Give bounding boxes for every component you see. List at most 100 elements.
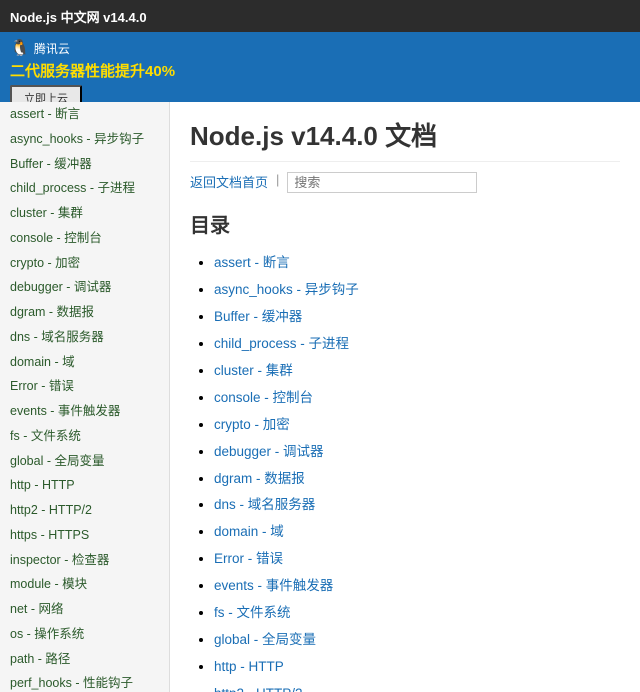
toc-link[interactable]: crypto - 加密	[214, 417, 290, 432]
sidebar-link[interactable]: domain - 域	[10, 355, 75, 369]
tencent-icon: 🐧	[10, 38, 30, 58]
sidebar-link[interactable]: os - 操作系统	[10, 627, 84, 641]
sidebar-link[interactable]: http - HTTP	[10, 478, 75, 492]
toc-item: assert - 断言	[214, 250, 620, 277]
sidebar-link[interactable]: http2 - HTTP/2	[10, 503, 92, 517]
toc-link[interactable]: global - 全局变量	[214, 632, 316, 647]
sidebar-link[interactable]: Error - 错误	[10, 379, 74, 393]
sidebar-link[interactable]: console - 控制台	[10, 231, 102, 245]
sidebar-item[interactable]: async_hooks - 异步钩子	[0, 127, 169, 152]
sidebar-item[interactable]: fs - 文件系统	[0, 424, 169, 449]
sidebar-item[interactable]: os - 操作系统	[0, 622, 169, 647]
toc-link[interactable]: http2 - HTTP/2	[214, 686, 303, 692]
sidebar-item[interactable]: module - 模块	[0, 572, 169, 597]
toc-item: fs - 文件系统	[214, 600, 620, 627]
nav-sep: |	[276, 172, 279, 193]
sidebar-item[interactable]: http - HTTP	[0, 473, 169, 498]
main-content: Node.js v14.4.0 文档 返回文档首页 | 目录 assert - …	[170, 102, 640, 692]
ad-title: 二代服务器性能提升40%	[10, 60, 175, 81]
page-title: Node.js v14.4.0 文档	[190, 116, 620, 162]
ad-button[interactable]: 立即上云	[10, 85, 82, 102]
toc-link[interactable]: fs - 文件系统	[214, 605, 291, 620]
sidebar-item[interactable]: dgram - 数据报	[0, 300, 169, 325]
ad-platform-name: 腾讯云	[34, 40, 70, 57]
toc-link[interactable]: child_process - 子进程	[214, 336, 349, 351]
sidebar-link[interactable]: crypto - 加密	[10, 256, 80, 270]
sidebar-link[interactable]: events - 事件触发器	[10, 404, 120, 418]
toc-item: dns - 域名服务器	[214, 492, 620, 519]
toc-item: domain - 域	[214, 519, 620, 546]
sidebar-item[interactable]: global - 全局变量	[0, 449, 169, 474]
toc-link[interactable]: async_hooks - 异步钩子	[214, 282, 359, 297]
sidebar-item[interactable]: debugger - 调试器	[0, 275, 169, 300]
sidebar-link[interactable]: global - 全局变量	[10, 454, 104, 468]
top-bar-title: Node.js 中文网 v14.4.0	[10, 7, 147, 26]
sidebar-link[interactable]: debugger - 调试器	[10, 280, 111, 294]
sidebar-item[interactable]: crypto - 加密	[0, 251, 169, 276]
sidebar-link[interactable]: dgram - 数据报	[10, 305, 94, 319]
sidebar-item[interactable]: Buffer - 缓冲器	[0, 152, 169, 177]
ad-platform: 🐧 腾讯云	[10, 38, 70, 58]
toc-link[interactable]: dgram - 数据报	[214, 471, 305, 486]
toc-item: dgram - 数据报	[214, 466, 620, 493]
sidebar-item[interactable]: perf_hooks - 性能钩子	[0, 671, 169, 692]
toc-list: assert - 断言 async_hooks - 异步钩子 Buffer - 缓冲…	[190, 250, 620, 692]
sidebar-item[interactable]: https - HTTPS	[0, 523, 169, 548]
toc-link[interactable]: http - HTTP	[214, 659, 284, 674]
nav-links: 返回文档首页 |	[190, 172, 620, 193]
sidebar-item[interactable]: inspector - 检查器	[0, 548, 169, 573]
toc-link[interactable]: Buffer - 缓冲器	[214, 309, 302, 324]
sidebar-link[interactable]: dns - 域名服务器	[10, 330, 104, 344]
toc-link[interactable]: cluster - 集群	[214, 363, 293, 378]
home-link[interactable]: 返回文档首页	[190, 172, 268, 193]
sidebar-link[interactable]: fs - 文件系统	[10, 429, 81, 443]
toc-item: Error - 错误	[214, 546, 620, 573]
toc-link[interactable]: Error - 错误	[214, 551, 283, 566]
toc-link[interactable]: console - 控制台	[214, 390, 313, 405]
toc-item: debugger - 调试器	[214, 439, 620, 466]
ad-banner: 🐧 腾讯云 二代服务器性能提升40% 立即上云	[0, 32, 640, 102]
toc-heading: 目录	[190, 209, 620, 238]
sidebar-link[interactable]: inspector - 检查器	[10, 553, 109, 567]
sidebar-item[interactable]: Error - 错误	[0, 374, 169, 399]
sidebar-item[interactable]: cluster - 集群	[0, 201, 169, 226]
top-bar: Node.js 中文网 v14.4.0	[0, 0, 640, 32]
toc-item: async_hooks - 异步钩子	[214, 277, 620, 304]
toc-item: crypto - 加密	[214, 412, 620, 439]
toc-item: global - 全局变量	[214, 627, 620, 654]
toc-link[interactable]: assert - 断言	[214, 255, 290, 270]
toc-item: cluster - 集群	[214, 358, 620, 385]
toc-link[interactable]: events - 事件触发器	[214, 578, 333, 593]
toc-link[interactable]: debugger - 调试器	[214, 444, 324, 459]
sidebar-link[interactable]: module - 模块	[10, 577, 87, 591]
toc-item: Buffer - 缓冲器	[214, 304, 620, 331]
sidebar-item[interactable]: child_process - 子进程	[0, 176, 169, 201]
toc-item: events - 事件触发器	[214, 573, 620, 600]
toc-item: http - HTTP	[214, 654, 620, 681]
sidebar-item[interactable]: http2 - HTTP/2	[0, 498, 169, 523]
sidebar-item[interactable]: domain - 域	[0, 350, 169, 375]
sidebar-link[interactable]: perf_hooks - 性能钩子	[10, 676, 133, 690]
sidebar-link[interactable]: cluster - 集群	[10, 206, 83, 220]
sidebar-item[interactable]: dns - 域名服务器	[0, 325, 169, 350]
sidebar-item[interactable]: events - 事件触发器	[0, 399, 169, 424]
sidebar-list: assert - 断言 async_hooks - 异步钩子 Buffer - 缓冲…	[0, 102, 169, 692]
sidebar: assert - 断言 async_hooks - 异步钩子 Buffer - 缓冲…	[0, 102, 170, 692]
sidebar-item[interactable]: net - 网络	[0, 597, 169, 622]
search-input[interactable]	[287, 172, 477, 193]
sidebar-item[interactable]: assert - 断言	[0, 102, 169, 127]
sidebar-link[interactable]: path - 路径	[10, 652, 70, 666]
toc-link[interactable]: domain - 域	[214, 524, 284, 539]
toc-link[interactable]: dns - 域名服务器	[214, 497, 315, 512]
toc-item: http2 - HTTP/2	[214, 681, 620, 692]
sidebar-item[interactable]: path - 路径	[0, 647, 169, 672]
sidebar-link[interactable]: async_hooks - 异步钩子	[10, 132, 144, 146]
sidebar-link[interactable]: net - 网络	[10, 602, 64, 616]
sidebar-link[interactable]: assert - 断言	[10, 107, 80, 121]
toc-item: child_process - 子进程	[214, 331, 620, 358]
sidebar-link[interactable]: Buffer - 缓冲器	[10, 157, 92, 171]
sidebar-item[interactable]: console - 控制台	[0, 226, 169, 251]
sidebar-link[interactable]: https - HTTPS	[10, 528, 89, 542]
toc-item: console - 控制台	[214, 385, 620, 412]
sidebar-link[interactable]: child_process - 子进程	[10, 181, 135, 195]
